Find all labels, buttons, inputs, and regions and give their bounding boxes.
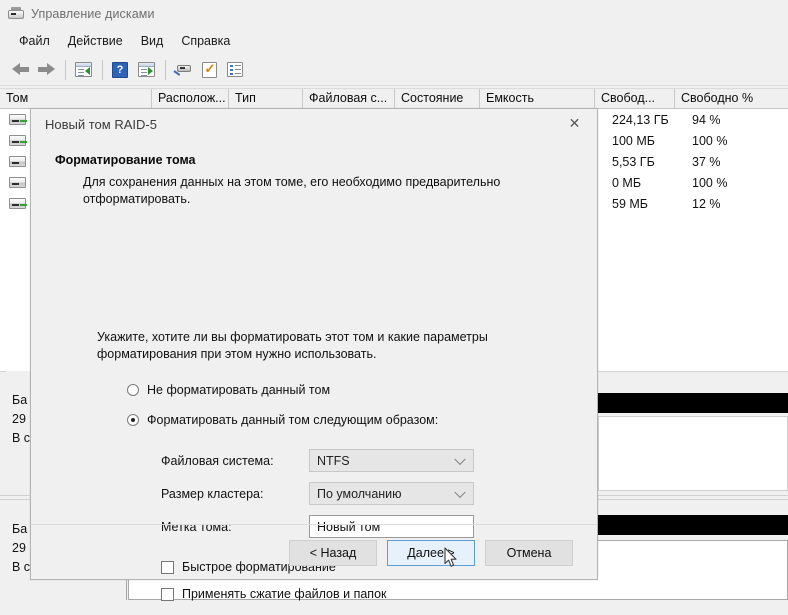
radio-do-not-format[interactable]: Не форматировать данный том	[127, 383, 577, 397]
menu-view[interactable]: Вид	[132, 31, 173, 51]
menu-file[interactable]: Файл	[10, 31, 59, 51]
radio-format-as[interactable]: Форматировать данный том следующим образ…	[127, 413, 577, 427]
rescan-disks-icon[interactable]	[171, 58, 195, 82]
column-header-layout[interactable]: Располож...	[152, 89, 229, 108]
file-system-row: Файловая система: NTFS	[161, 449, 577, 472]
radio-format-as-label: Форматировать данный том следующим образ…	[147, 413, 439, 427]
properties-icon[interactable]: ✓	[197, 58, 221, 82]
toolbar-separator-2	[102, 59, 103, 80]
volume-icon-plain	[9, 177, 26, 188]
close-icon[interactable]: ✕	[552, 109, 597, 138]
enable-compression-checkbox[interactable]: Применять сжатие файлов и папок	[161, 587, 577, 601]
cancel-button[interactable]: Отмена	[485, 539, 573, 566]
file-system-combo[interactable]: NTFS	[309, 449, 474, 472]
volume-icon-healthy	[9, 198, 26, 209]
volume-freepercent: 100 %	[692, 133, 728, 148]
column-header-capacity[interactable]: Емкость	[480, 89, 595, 108]
forward-arrow-icon[interactable]	[34, 58, 58, 82]
volume-icon-plain	[9, 156, 26, 167]
volume-freepercent: 12 %	[692, 196, 721, 211]
disk-1-partition-area[interactable]	[598, 416, 788, 491]
toolbar-separator-1	[65, 59, 66, 80]
list-view-icon[interactable]	[223, 58, 247, 82]
volume-icon-healthy	[9, 135, 26, 146]
allocation-unit-size-combo[interactable]: По умолчанию	[309, 482, 474, 505]
volume-freepercent: 37 %	[692, 154, 721, 169]
dialog-title: Новый том RAID-5	[45, 117, 157, 132]
menubar: Файл Действие Вид Справка	[0, 28, 788, 54]
volume-freespace: 0 МБ	[612, 175, 642, 190]
column-header-status[interactable]: Состояние	[395, 89, 480, 108]
volume-freespace: 100 МБ	[612, 133, 655, 148]
allocation-unit-size-value: По умолчанию	[317, 486, 402, 501]
allocation-unit-size-label: Размер кластера:	[161, 486, 264, 501]
menu-action[interactable]: Действие	[59, 31, 132, 51]
toolbar: ? ✓	[0, 54, 788, 86]
new-raid5-volume-dialog: Новый том RAID-5 ✕ Форматирование тома Д…	[30, 108, 598, 601]
file-system-value: NTFS	[317, 453, 350, 468]
volume-freepercent: 100 %	[692, 175, 728, 190]
allocation-unit-size-row: Размер кластера: По умолчанию	[161, 482, 577, 505]
file-system-label: Файловая система:	[161, 453, 274, 468]
dialog-subheading: Для сохранения данных на этом томе, его …	[83, 175, 501, 206]
volume-freespace: 5,53 ГБ	[612, 154, 655, 169]
radio-do-not-format-label: Не форматировать данный том	[147, 383, 331, 397]
column-header-freespace[interactable]: Свобод...	[595, 89, 675, 108]
column-header-volume[interactable]: Том	[0, 89, 152, 108]
disk-management-window: Управление дисками Файл Действие Вид Спр…	[0, 0, 788, 615]
show-console-tree-icon[interactable]	[71, 58, 95, 82]
dialog-titlebar: Новый том RAID-5 ✕	[31, 109, 597, 145]
disk-management-icon	[8, 6, 24, 22]
back-button[interactable]: < Назад	[289, 539, 377, 566]
dialog-footer: < Назад Далее > Отмена	[31, 525, 597, 580]
column-header-type[interactable]: Тип	[229, 89, 303, 108]
radio-do-not-format-dot[interactable]	[127, 384, 139, 396]
volume-icon-healthy	[9, 114, 26, 125]
chevron-down-icon	[454, 453, 466, 465]
volume-freepercent: 94 %	[692, 112, 721, 127]
enable-compression-label: Применять сжатие файлов и папок	[182, 587, 387, 601]
show-action-pane-icon[interactable]	[134, 58, 158, 82]
disk-1-unallocated-bar[interactable]	[598, 393, 788, 413]
volume-list-header: Том Располож... Тип Файловая с... Состоя…	[0, 88, 788, 109]
dialog-intro-text: Укажите, хотите ли вы форматировать этот…	[97, 330, 488, 361]
column-header-freepercent[interactable]: Свободно %	[675, 89, 788, 108]
help-question-glyph: ?	[112, 61, 128, 78]
window-title: Управление дисками	[31, 7, 155, 21]
toolbar-separator-3	[165, 59, 166, 80]
chevron-down-icon	[454, 486, 466, 498]
menu-help[interactable]: Справка	[172, 31, 239, 51]
column-header-filesystem[interactable]: Файловая с...	[303, 89, 395, 108]
volume-freespace: 59 МБ	[612, 196, 648, 211]
disk-2-unallocated-bar[interactable]	[598, 515, 788, 535]
help-icon[interactable]: ?	[108, 58, 132, 82]
window-titlebar: Управление дисками	[0, 0, 788, 28]
dialog-heading: Форматирование тома	[55, 153, 196, 167]
volume-freespace: 224,13 ГБ	[612, 112, 669, 127]
next-button[interactable]: Далее >	[387, 539, 475, 566]
enable-compression-checkbox-box[interactable]	[161, 587, 174, 601]
dialog-header: Форматирование тома Для сохранения данны…	[55, 153, 573, 208]
back-arrow-icon[interactable]	[8, 58, 32, 82]
radio-format-as-dot[interactable]	[127, 414, 139, 426]
